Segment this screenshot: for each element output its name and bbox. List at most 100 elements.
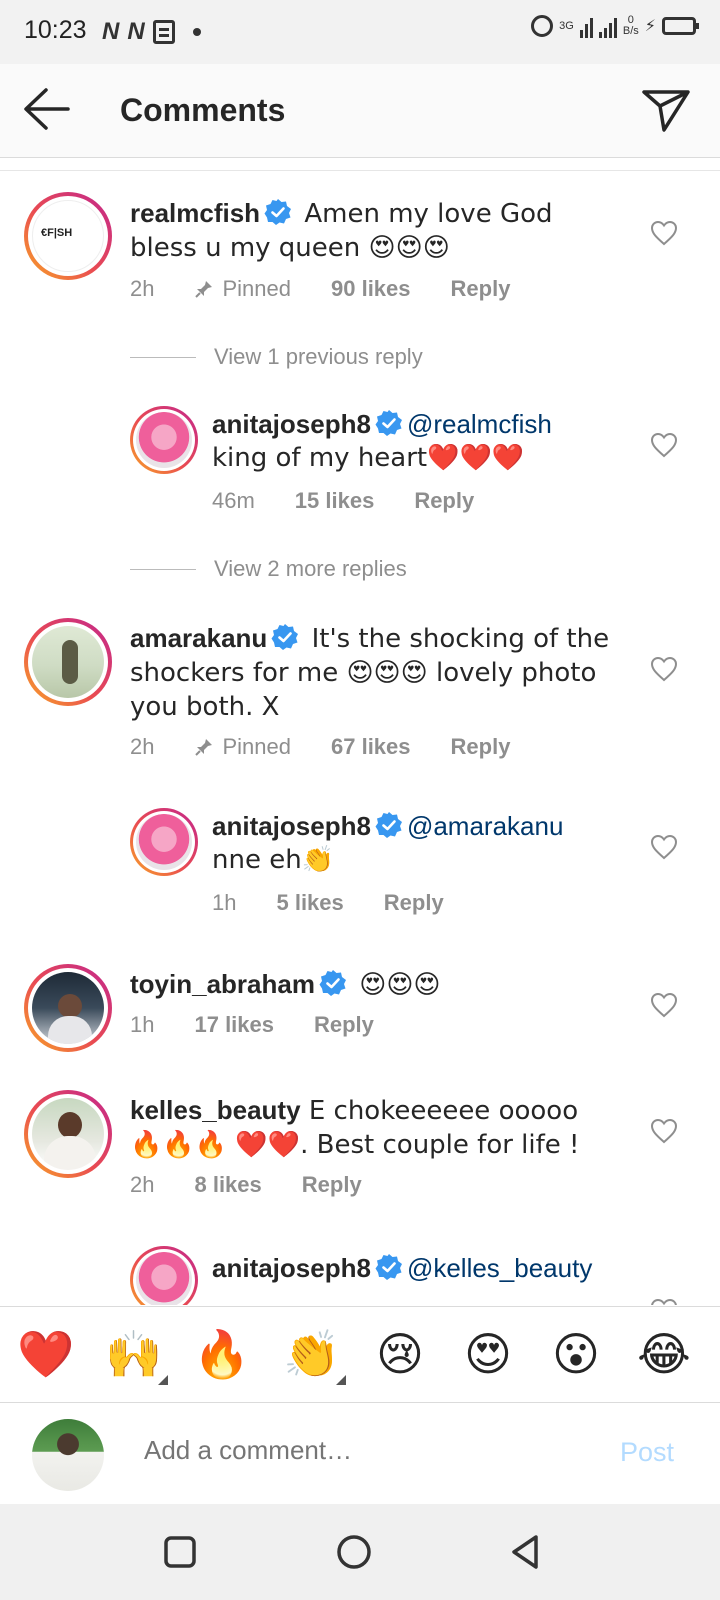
likes-count[interactable]: 17 likes — [194, 1012, 274, 1038]
page-title: Comments — [120, 92, 286, 128]
view-previous-replies-button[interactable]: View 1 previous reply — [130, 344, 423, 370]
comment-username[interactable]: anitajoseph8 — [212, 811, 371, 841]
like-heart-icon[interactable] — [650, 656, 678, 682]
direct-send-icon[interactable] — [640, 84, 692, 136]
mention-link[interactable]: @kelles_beauty — [407, 1253, 592, 1283]
reaction-heart-eyes-button[interactable]: 😍 — [458, 1325, 518, 1383]
comment-username[interactable]: realmcfish — [130, 198, 260, 228]
verified-badge-icon — [375, 410, 402, 436]
like-heart-icon[interactable] — [650, 992, 678, 1018]
comment-body: kelles_beauty E chokeeeeee ooooo 🔥🔥🔥 ❤️❤… — [130, 1094, 610, 1162]
mention-link[interactable]: @amarakanu — [407, 811, 563, 841]
comment-input[interactable] — [144, 1435, 584, 1466]
like-heart-icon[interactable] — [650, 834, 678, 860]
quick-reactions-bar: ❤️ 🙌 🔥 👏 😢 😍 😮 😂 — [0, 1306, 720, 1402]
reply-button[interactable]: Reply — [302, 1172, 362, 1198]
reaction-crying-button[interactable]: 😢 — [370, 1325, 430, 1383]
avatar[interactable] — [130, 808, 198, 876]
comment-body: amarakanu It's the shocking of the shock… — [130, 622, 610, 724]
home-icon[interactable] — [334, 1532, 374, 1572]
comment-username[interactable]: amarakanu — [130, 623, 267, 653]
pinned-label: Pinned — [194, 734, 291, 760]
comments-list[interactable]: €F|SH realmcfish Amen my love God bless … — [0, 172, 720, 1305]
like-heart-icon[interactable] — [650, 432, 678, 458]
avatar[interactable] — [24, 618, 112, 706]
reaction-clap-button[interactable]: 👏 — [282, 1325, 346, 1385]
back-arrow-icon[interactable] — [22, 86, 72, 132]
likes-count[interactable]: 5 likes — [276, 890, 343, 916]
comment-text: 😍😍😍 — [350, 970, 441, 1000]
back-nav-icon[interactable] — [506, 1532, 546, 1572]
verified-badge-icon — [271, 624, 299, 650]
notification-n-icon-2: N — [127, 18, 145, 45]
likes-count[interactable]: 15 likes — [295, 488, 375, 514]
comment-username[interactable]: anitajoseph8 — [212, 409, 371, 439]
comment-time: 2h — [130, 1172, 155, 1197]
comment-composer: Post — [0, 1402, 720, 1504]
reply-button[interactable]: Reply — [314, 1012, 374, 1038]
like-heart-icon[interactable] — [650, 1298, 678, 1305]
like-heart-icon[interactable] — [650, 1118, 678, 1144]
thread-line — [130, 568, 196, 570]
reply-body: anitajoseph8 @amarakanu nne eh👏 — [212, 810, 632, 877]
reaction-raised-hands-button[interactable]: 🙌 — [104, 1325, 168, 1385]
verified-badge-icon — [375, 1254, 402, 1280]
header-divider — [0, 170, 720, 171]
like-heart-icon[interactable] — [650, 220, 678, 246]
comment-text: king of my heart❤️❤️❤️ — [212, 443, 525, 473]
comment-body: realmcfish Amen my love God bless u my q… — [130, 197, 610, 265]
reply-button[interactable]: Reply — [414, 488, 474, 514]
current-user-avatar — [32, 1419, 104, 1491]
comment-meta: 2h 8 likes Reply — [130, 1172, 362, 1198]
signal-icon-2 — [598, 14, 617, 38]
comment-body: toyin_abraham 😍😍😍 — [130, 968, 610, 1002]
notification-news-icon — [152, 20, 175, 44]
reaction-laughing-button[interactable]: 😂 — [634, 1325, 694, 1383]
comment-time: 2h — [130, 276, 155, 301]
avatar[interactable]: €F|SH — [24, 192, 112, 280]
pinned-label: Pinned — [194, 276, 291, 302]
net-speed: 0 B/s — [622, 14, 639, 37]
verified-badge-icon — [264, 199, 292, 225]
comment-time: 1h — [130, 1012, 155, 1037]
avatar[interactable] — [24, 964, 112, 1052]
reaction-wow-button[interactable]: 😮 — [546, 1325, 606, 1383]
notification-n-icon: N — [102, 18, 120, 45]
likes-count[interactable]: 67 likes — [331, 734, 411, 760]
status-bar: 10:23 N N 3G 0 B/s ⚡ — [0, 0, 720, 64]
likes-count[interactable]: 8 likes — [194, 1172, 261, 1198]
avatar[interactable] — [130, 406, 198, 474]
skin-tone-indicator-icon — [336, 1375, 346, 1385]
verified-badge-icon — [319, 970, 346, 996]
reply-button[interactable]: Reply — [451, 276, 511, 302]
more-notifications-dot-icon — [192, 28, 201, 36]
comment-time: 2h — [130, 734, 155, 759]
charging-icon: ⚡ — [644, 18, 656, 35]
comment-meta: 2h Pinned 67 likes Reply — [130, 734, 510, 760]
comment-username[interactable]: toyin_abraham — [130, 969, 315, 999]
view-more-replies-button[interactable]: View 2 more replies — [130, 556, 407, 582]
alarm-icon — [531, 15, 554, 37]
comment-meta: 46m 15 likes Reply — [212, 488, 474, 514]
system-icons: 3G 0 B/s ⚡ — [531, 14, 699, 38]
likes-count[interactable]: 90 likes — [331, 276, 411, 302]
pin-icon — [195, 281, 213, 298]
comment-meta: 1h 5 likes Reply — [212, 890, 444, 916]
comment-text: nne eh👏 — [212, 845, 335, 875]
notification-icons: N N — [102, 18, 201, 46]
comment-meta: 2h Pinned 90 likes Reply — [130, 276, 510, 302]
status-time: 10:23 — [24, 16, 87, 44]
reaction-fire-button[interactable]: 🔥 — [192, 1325, 252, 1383]
reply-button[interactable]: Reply — [451, 734, 511, 760]
network-type-label: 3G — [559, 19, 574, 32]
comment-username[interactable]: anitajoseph8 — [212, 1253, 371, 1283]
mention-link[interactable]: @realmcfish — [407, 409, 552, 439]
avatar[interactable] — [130, 1246, 198, 1305]
reply-body: anitajoseph8 @kelles_beauty — [212, 1252, 652, 1285]
reply-button[interactable]: Reply — [384, 890, 444, 916]
comment-username[interactable]: kelles_beauty — [130, 1095, 301, 1125]
reaction-heart-button[interactable]: ❤️ — [16, 1325, 76, 1383]
avatar[interactable] — [24, 1090, 112, 1178]
recent-apps-icon[interactable] — [160, 1532, 200, 1572]
post-button[interactable]: Post — [620, 1437, 674, 1468]
